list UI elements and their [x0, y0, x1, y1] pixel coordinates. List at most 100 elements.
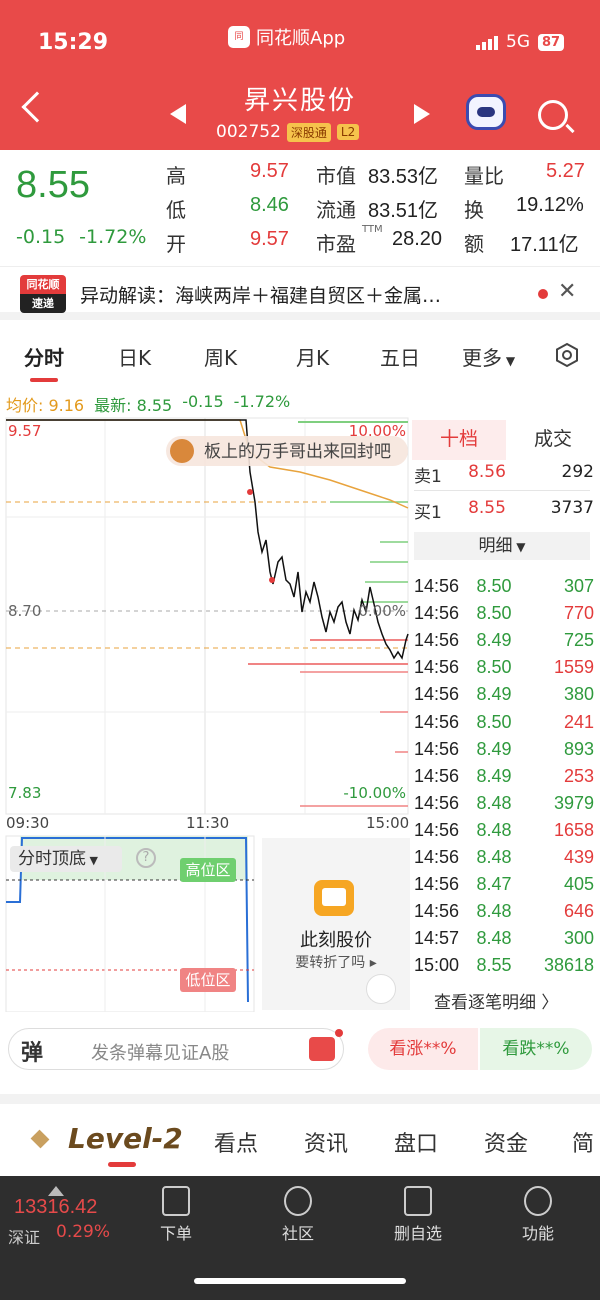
bearish-vote-button[interactable]: 看跌**%	[480, 1028, 592, 1070]
danmu-toggle-icon[interactable]: 弹	[21, 1035, 43, 1067]
chevron-down-icon: ▼	[502, 354, 516, 368]
footer-remove-watchlist-label[interactable]: 删自选	[378, 1220, 458, 1244]
float-value: 83.51亿	[368, 200, 439, 222]
chevron-down-icon: ▼	[512, 540, 526, 554]
next-stock-icon[interactable]	[414, 104, 430, 124]
tab-highlights[interactable]: 看点	[214, 1126, 258, 1158]
tab-trades[interactable]: 成交	[506, 420, 600, 460]
tab-brief[interactable]: 简	[572, 1126, 594, 1158]
trade-time: 14:56	[414, 901, 460, 922]
trade-volume: 241	[563, 711, 594, 732]
back-icon[interactable]	[21, 91, 53, 123]
trade-volume: 893	[563, 738, 594, 759]
turnover-label: 换	[464, 198, 484, 222]
last-price: 8.55	[16, 164, 90, 206]
news-text[interactable]: 异动解读：海峡两岸＋福建自贸区＋金属…	[80, 281, 441, 308]
trade-row: 14:56 8.48 1658	[414, 820, 594, 841]
tab-daily-k[interactable]: 日K	[118, 342, 151, 371]
trade-time: 14:56	[414, 792, 460, 813]
trade-marker-2	[269, 577, 275, 583]
tab-five-day[interactable]: 五日	[380, 342, 420, 371]
settings-hex-icon[interactable]	[554, 342, 580, 368]
tab-ten-levels[interactable]: 十档	[412, 420, 506, 460]
chart-frame	[5, 417, 409, 815]
expand-icon[interactable]	[366, 974, 396, 1004]
mktcap-label: 市值	[316, 164, 356, 188]
trade-time: 14:56	[414, 576, 460, 596]
status-time: 15:29	[38, 30, 109, 55]
trade-row: 14:56 8.49 253	[414, 766, 594, 787]
help-icon[interactable]: ?	[136, 848, 156, 868]
bullish-vote-button[interactable]: 看涨**%	[368, 1028, 478, 1070]
order-icon[interactable]	[162, 1186, 190, 1216]
low-zone-label: 低位区	[180, 968, 236, 992]
trade-time: 14:56	[414, 657, 460, 678]
trade-price: 8.49	[476, 765, 512, 786]
search-icon[interactable]	[538, 100, 568, 130]
pct-label-mid: 0.00%	[358, 602, 406, 620]
signal-icon	[476, 34, 498, 50]
sell1-price: 8.56	[468, 462, 506, 482]
robot-assistant-icon[interactable]	[466, 94, 506, 130]
status-indicators: 5G 87	[476, 32, 565, 52]
tab-underline	[30, 378, 58, 382]
menu-icon[interactable]	[524, 1186, 552, 1216]
trade-marker-1	[247, 489, 253, 495]
tab-level2[interactable]: Level-2	[68, 1122, 183, 1155]
gift-icon[interactable]	[309, 1037, 335, 1061]
chevron-up-icon[interactable]	[48, 1186, 64, 1196]
battery-icon: 87	[538, 33, 565, 51]
remove-watchlist-icon[interactable]	[404, 1186, 432, 1216]
diamond-icon	[30, 1129, 50, 1149]
tab-funds[interactable]: 资金	[484, 1126, 528, 1158]
news-ticker[interactable]: 同花顺 速递 异动解读：海峡两岸＋福建自贸区＋金属… ✕	[0, 266, 600, 320]
index-change: 0.29%	[56, 1222, 111, 1242]
tab-weekly-k[interactable]: 周K	[204, 342, 237, 371]
buy1-volume: 3737	[550, 498, 594, 518]
trade-price: 8.50	[476, 711, 512, 732]
trade-row: 14:56 8.50 770	[414, 603, 594, 624]
trade-row: 14:56 8.47 405	[414, 874, 594, 895]
footer-order-label[interactable]: 下单	[136, 1220, 216, 1244]
low-label: 低	[166, 198, 186, 222]
trade-volume: 439	[563, 847, 594, 867]
promo-card[interactable]: 此刻股价 要转折了吗 ▸	[262, 838, 410, 1010]
float-label: 流通	[316, 198, 356, 222]
community-icon[interactable]	[284, 1186, 312, 1216]
tab-orderbook[interactable]: 盘口	[394, 1126, 438, 1158]
trade-row: 15:00 8.55 38618	[414, 955, 594, 976]
view-all-trades-link[interactable]: 查看逐笔明细 〉	[434, 988, 558, 1013]
trade-volume: 770	[563, 603, 594, 624]
chart-promo-icon	[314, 880, 354, 916]
close-icon[interactable]: ✕	[558, 279, 576, 304]
footer-community-label[interactable]: 社区	[258, 1220, 338, 1244]
tab-monthly-k[interactable]: 月K	[296, 342, 329, 371]
detail-dropdown[interactable]: 明细 ▼	[414, 532, 590, 560]
trade-price: 8.48	[476, 847, 512, 867]
trade-volume: 3979	[553, 792, 594, 813]
change-value: -0.15	[16, 226, 66, 248]
tab-news[interactable]: 资讯	[304, 1126, 348, 1158]
index-value[interactable]: 13316.42	[14, 1196, 97, 1219]
pe-ttm-label: TTM	[362, 224, 383, 235]
footer-toolbar: 13316.42 深证 0.29% 下单 社区 删自选 功能	[0, 1176, 600, 1300]
tab-intraday[interactable]: 分时	[24, 342, 64, 371]
level2-badge: L2	[336, 124, 360, 140]
footer-functions-label[interactable]: 功能	[498, 1220, 578, 1244]
x-label-start: 09:30	[6, 814, 49, 832]
danmu-input[interactable]: 弹 发条弹幕见证A股	[8, 1028, 344, 1070]
detail-label: 明细	[478, 536, 513, 556]
trade-row: 14:56 8.49 380	[414, 684, 594, 705]
prev-stock-icon[interactable]	[170, 104, 186, 124]
indicator-selector[interactable]: 分时顶底 ▼	[10, 846, 122, 872]
promo-title: 此刻股价	[300, 930, 372, 951]
trade-time: 14:56	[414, 819, 460, 840]
trade-volume: 300	[563, 928, 594, 949]
volratio-label: 量比	[464, 164, 504, 188]
pct-label-bottom: -10.00%	[343, 784, 406, 802]
x-label-mid: 11:30	[186, 814, 229, 832]
news-logo-top: 同花顺	[26, 278, 60, 291]
tab-more[interactable]: 更多 ▼	[462, 342, 515, 371]
y-label-top: 9.57	[8, 422, 41, 440]
trade-row: 14:56 8.50 1559	[414, 657, 594, 678]
